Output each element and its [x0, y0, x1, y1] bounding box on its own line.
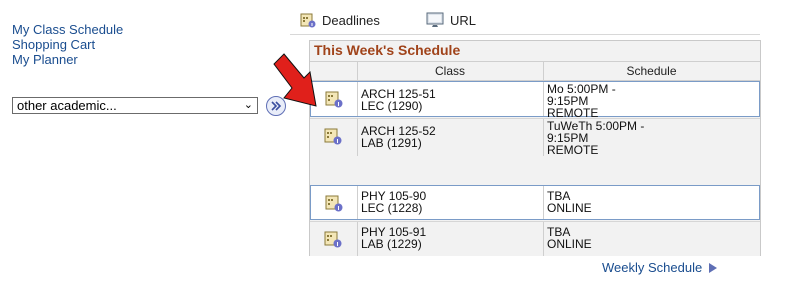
url-link[interactable]: URL — [426, 12, 476, 28]
red-arrow-icon — [273, 53, 317, 107]
chevron-down-icon: ⌄ — [243, 99, 253, 111]
left-nav: My Class Schedule Shopping Cart My Plann… — [12, 22, 123, 67]
schedule-line: REMOTE — [547, 143, 599, 157]
divider — [543, 222, 544, 256]
academic-select-wrap: other academic... ⌄ — [12, 97, 258, 114]
schedule-header: Schedule — [626, 64, 677, 78]
divider — [543, 186, 544, 219]
url-label: URL — [450, 12, 477, 28]
schedule-cell: TuWeTh 5:00PM - 9:15PM REMOTE — [547, 119, 757, 156]
class-cell: ARCH 125-51 LEC (1290) — [361, 82, 541, 116]
academic-select[interactable]: other academic... ⌄ — [12, 97, 258, 114]
table-header: Class Schedule — [310, 61, 760, 81]
this-weeks-schedule-panel: This Week's Schedule Class Schedule ARCH… — [309, 40, 761, 256]
calendar-info-icon — [300, 13, 316, 28]
my-class-schedule-link[interactable]: My Class Schedule — [12, 22, 123, 37]
class-cell: PHY 105-90 LEC (1228) — [361, 186, 541, 219]
class-cell: PHY 105-91 LAB (1229) — [361, 222, 541, 256]
shopping-cart-link[interactable]: Shopping Cart — [12, 37, 123, 52]
table-row: PHY 105-90 LEC (1228) TBA ONLINE — [310, 185, 760, 220]
triangle-right-icon — [709, 262, 718, 273]
divider — [357, 222, 358, 256]
calendar-info-icon — [324, 128, 342, 145]
my-planner-link[interactable]: My Planner — [12, 52, 123, 67]
class-detail-icon[interactable] — [325, 194, 343, 215]
schedule-line: ONLINE — [547, 201, 592, 215]
divider — [543, 82, 544, 116]
calendar-info-icon — [325, 195, 343, 212]
divider — [357, 186, 358, 219]
class-cell: ARCH 125-52 LAB (1291) — [361, 119, 541, 156]
divider — [543, 119, 544, 156]
class-section: LAB (1291) — [361, 136, 422, 150]
academic-select-value: other academic... — [17, 98, 117, 113]
divider — [357, 82, 358, 116]
class-detail-icon[interactable] — [324, 230, 342, 251]
class-detail-icon[interactable] — [324, 127, 342, 148]
divider — [357, 119, 358, 156]
url-screen-icon — [426, 12, 444, 27]
weekly-schedule-link[interactable]: Weekly Schedule — [602, 260, 718, 275]
deadlines-link[interactable]: Deadlines — [300, 12, 380, 28]
calendar-info-icon — [324, 231, 342, 248]
class-section: LEC (1228) — [361, 201, 423, 215]
panel-title: This Week's Schedule — [314, 42, 461, 58]
class-section: LEC (1290) — [361, 99, 423, 113]
class-section: LAB (1229) — [361, 237, 422, 251]
table-row: PHY 105-91 LAB (1229) TBA ONLINE — [310, 221, 760, 256]
deadlines-label: Deadlines — [322, 12, 380, 28]
weekly-schedule-label: Weekly Schedule — [602, 260, 703, 275]
top-nav: Deadlines URL — [290, 8, 760, 35]
class-header: Class — [434, 64, 465, 78]
table-row: ARCH 125-51 LEC (1290) Mo 5:00PM - 9:15P… — [310, 81, 760, 119]
table-row: ARCH 125-52 LAB (1291) TuWeTh 5:00PM - 9… — [310, 118, 760, 156]
schedule-cell: TBA ONLINE — [547, 186, 757, 219]
schedule-line: ONLINE — [547, 237, 592, 251]
schedule-cell: TBA ONLINE — [547, 222, 757, 256]
schedule-cell: Mo 5:00PM - 9:15PM REMOTE — [547, 82, 757, 119]
